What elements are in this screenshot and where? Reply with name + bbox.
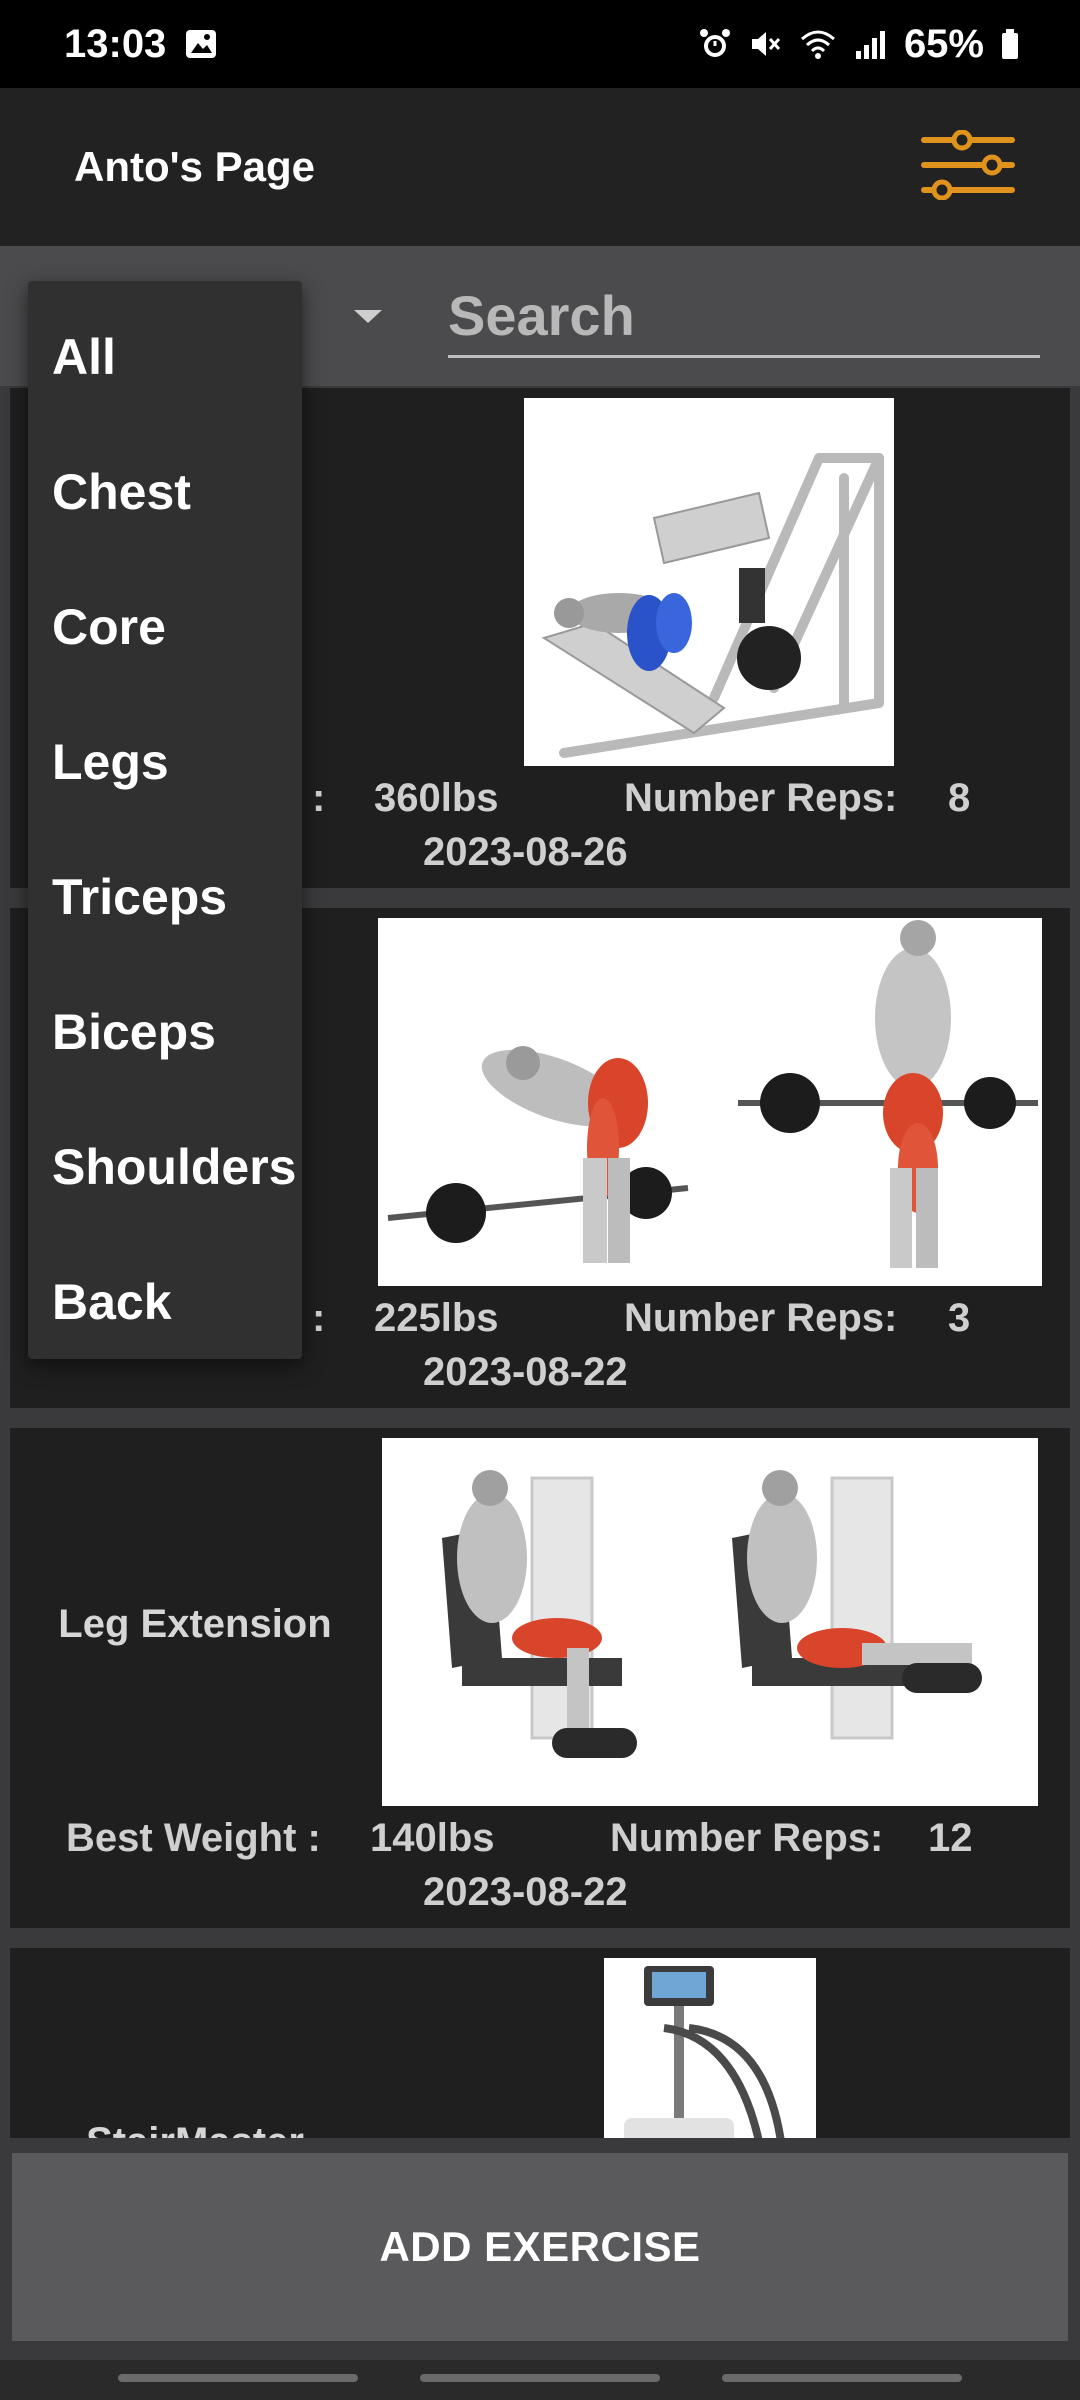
dropdown-arrow-icon[interactable]	[354, 310, 382, 323]
menu-item-chest[interactable]: Chest	[28, 424, 302, 559]
app-bar: Anto's Page	[0, 88, 1080, 246]
alarm-icon	[698, 27, 732, 61]
exercise-date: 2023-08-22	[423, 1870, 628, 1914]
menu-item-shoulders[interactable]: Shoulders	[28, 1099, 302, 1234]
menu-item-back[interactable]: Back	[28, 1234, 302, 1369]
best-weight-value: 225lbs	[374, 1296, 499, 1340]
best-weight-label: :	[312, 1296, 326, 1340]
category-dropdown-menu[interactable]: All Chest Core Legs Triceps Biceps Shoul…	[28, 281, 302, 1359]
exercise-date: 2023-08-22	[423, 1350, 628, 1394]
menu-item-legs[interactable]: Legs	[28, 694, 302, 829]
reps-label: Number Reps:	[610, 1816, 884, 1860]
add-exercise-button[interactable]: ADD EXERCISE	[12, 2153, 1068, 2341]
battery-icon	[1000, 27, 1020, 61]
recent-apps-button[interactable]	[118, 2374, 358, 2382]
page-title: Anto's Page	[74, 143, 316, 190]
exercise-date: 2023-08-26	[423, 830, 628, 874]
best-weight-label: Best Weight :	[66, 1816, 321, 1860]
signal-icon	[854, 27, 888, 61]
leg-extension-illustration	[382, 1438, 1038, 1806]
battery-percent: 65%	[903, 21, 984, 66]
reps-value: 8	[948, 776, 971, 820]
home-button[interactable]	[420, 2374, 660, 2382]
best-weight-value: 360lbs	[374, 776, 499, 820]
romanian-deadlift-illustration	[378, 918, 1042, 1286]
gallery-notification-icon	[184, 27, 218, 61]
reps-value: 3	[948, 1296, 971, 1340]
leg-press-illustration	[524, 398, 894, 766]
best-weight-label: :	[312, 776, 326, 820]
status-time: 13:03	[64, 21, 167, 66]
reps-label: Number Reps:	[624, 776, 898, 820]
menu-item-core[interactable]: Core	[28, 559, 302, 694]
wifi-icon	[798, 27, 838, 61]
menu-item-triceps[interactable]: Triceps	[28, 829, 302, 964]
exercise-name: Leg Extension	[58, 1602, 332, 1646]
mute-icon	[748, 27, 782, 61]
back-button[interactable]	[722, 2374, 962, 2382]
sliders-icon[interactable]	[920, 129, 1016, 205]
stairmaster-machine-image	[604, 1958, 816, 2138]
menu-item-biceps[interactable]: Biceps	[28, 964, 302, 1099]
exercise-card[interactable]: Leg Extension Best Weight: 140lbs Numbe…	[10, 1428, 1070, 1928]
status-bar: 13:03 65%	[0, 0, 1080, 88]
search-input[interactable]	[448, 275, 1040, 358]
best-weight-value: 140lbs	[370, 1816, 495, 1860]
reps-label: Number Reps:	[624, 1296, 898, 1340]
menu-item-all[interactable]: All	[28, 289, 302, 424]
exercise-card[interactable]: StairMaster	[10, 1948, 1070, 2138]
exercise-name: StairMaster	[10, 2120, 380, 2138]
reps-value: 12	[928, 1816, 973, 1860]
